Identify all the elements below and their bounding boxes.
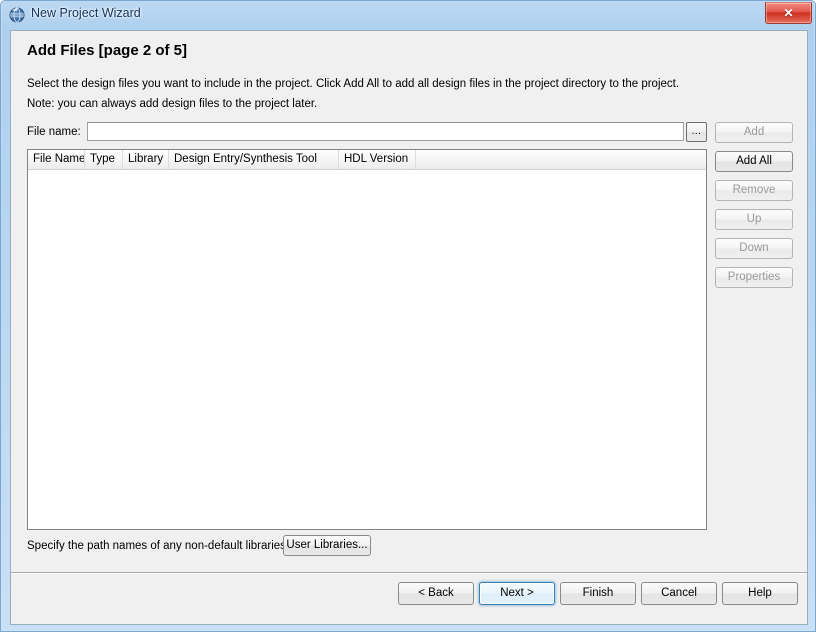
dialog-client-area: Add Files [page 2 of 5] Select the desig… xyxy=(10,30,808,625)
table-header-row: File Name Type Library Design Entry/Synt… xyxy=(28,150,706,170)
column-header-design-entry-synthesis-tool[interactable]: Design Entry/Synthesis Tool xyxy=(169,150,339,169)
column-header-file-name[interactable]: File Name xyxy=(28,150,85,169)
next-button[interactable]: Next > xyxy=(479,582,555,605)
browse-ellipsis-button[interactable]: ... xyxy=(686,122,707,142)
user-libraries-hint: Specify the path names of any non-defaul… xyxy=(27,540,290,552)
help-button[interactable]: Help xyxy=(722,582,798,605)
finish-button[interactable]: Finish xyxy=(560,582,636,605)
description-line-1: Select the design files you want to incl… xyxy=(27,78,680,90)
properties-button[interactable]: Properties xyxy=(715,267,793,288)
column-header-blank[interactable] xyxy=(416,150,706,169)
close-icon: ✕ xyxy=(783,6,794,20)
footer-separator xyxy=(11,572,807,574)
down-button[interactable]: Down xyxy=(715,238,793,259)
column-header-library[interactable]: Library xyxy=(123,150,169,169)
user-libraries-button[interactable]: User Libraries... xyxy=(283,535,371,556)
quartus-globe-icon xyxy=(9,7,25,23)
column-header-hdl-version[interactable]: HDL Version xyxy=(339,150,416,169)
table-body-empty[interactable] xyxy=(28,170,706,529)
remove-button[interactable]: Remove xyxy=(715,180,793,201)
close-button[interactable]: ✕ xyxy=(765,2,812,24)
add-all-button[interactable]: Add All xyxy=(715,151,793,172)
window-title: New Project Wizard xyxy=(31,6,141,20)
file-name-input[interactable] xyxy=(87,122,684,141)
add-button[interactable]: Add xyxy=(715,122,793,143)
title-bar[interactable]: New Project Wizard ✕ xyxy=(1,1,815,29)
page-title: Add Files [page 2 of 5] xyxy=(27,42,188,59)
file-list-table[interactable]: File Name Type Library Design Entry/Synt… xyxy=(27,149,707,530)
description-line-2: Note: you can always add design files to… xyxy=(27,98,318,110)
up-button[interactable]: Up xyxy=(715,209,793,230)
back-button[interactable]: < Back xyxy=(398,582,474,605)
new-project-wizard-window: New Project Wizard ✕ Add Files [page 2 o… xyxy=(0,0,816,632)
cancel-button[interactable]: Cancel xyxy=(641,582,717,605)
file-name-label: File name: xyxy=(27,126,81,138)
column-header-type[interactable]: Type xyxy=(85,150,123,169)
